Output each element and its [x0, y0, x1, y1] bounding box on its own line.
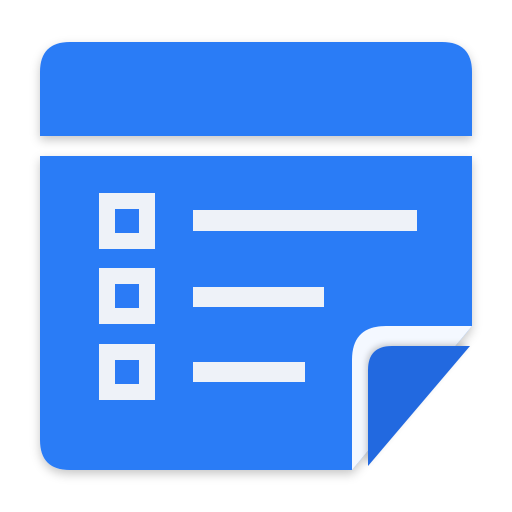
- checkbox-inner: [115, 360, 139, 384]
- icon-canvas: [0, 0, 512, 512]
- text-line-short: [193, 362, 305, 382]
- checkbox-inner: [115, 284, 139, 308]
- text-line-medium: [193, 287, 324, 307]
- checklist-note-icon: [40, 42, 472, 470]
- checkbox-inner: [115, 209, 139, 233]
- page-curl-icon: [352, 326, 472, 470]
- note-header-bar: [40, 42, 472, 136]
- text-line-long: [193, 210, 417, 231]
